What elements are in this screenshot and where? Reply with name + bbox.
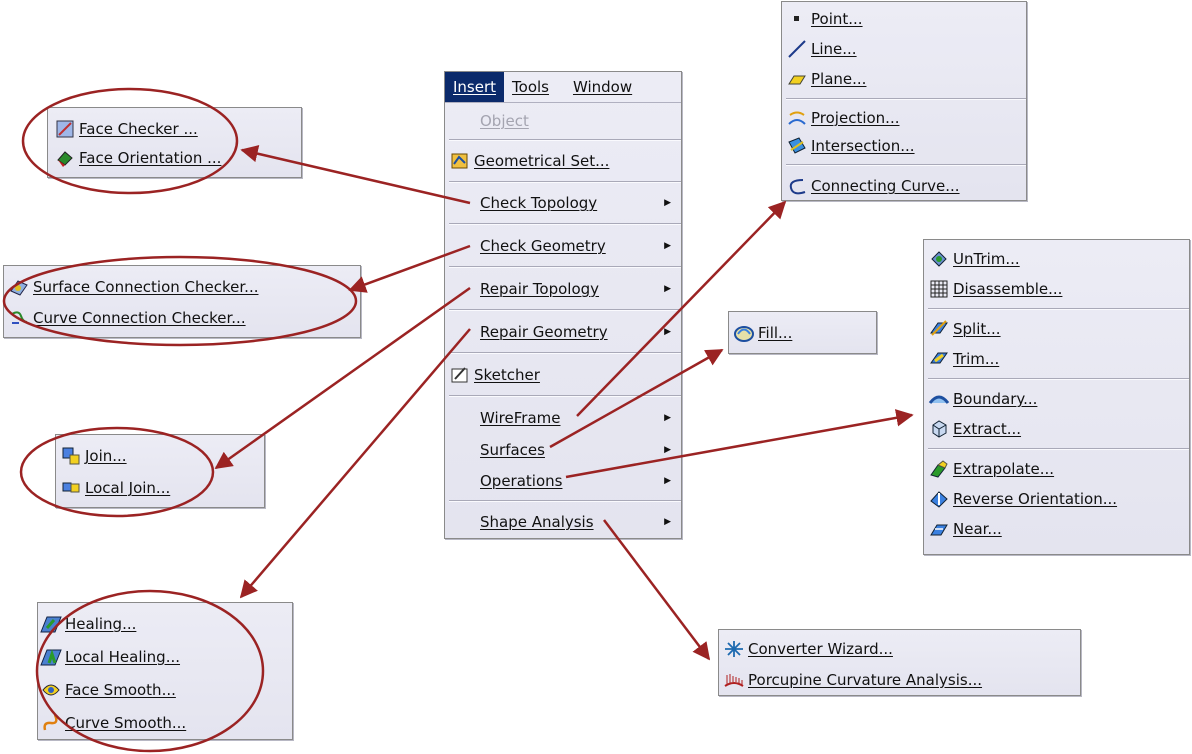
reverse-orientation-icon [928, 488, 950, 510]
intersection-item[interactable]: Intersection... [786, 132, 1026, 160]
converter-wizard-icon [723, 638, 745, 660]
submenu-arrow-icon: ▶ [664, 326, 671, 337]
menu-bar: Insert Tools Window [445, 72, 681, 103]
point-icon [786, 8, 808, 30]
trim-icon [928, 348, 950, 370]
menu-item-repair-topology[interactable]: Repair Topology ▶ [449, 268, 681, 309]
extract-icon [928, 418, 950, 440]
point-item[interactable]: Point... [786, 4, 1026, 34]
submenu-arrow-icon: ▶ [664, 283, 671, 294]
line-item[interactable]: Line... [786, 34, 1026, 64]
near-item[interactable]: Near... [928, 514, 1189, 544]
line-icon [786, 38, 808, 60]
trim-item[interactable]: Trim... [928, 344, 1189, 374]
arrow [239, 328, 471, 599]
curve-smooth-item[interactable]: Curve Smooth... [40, 706, 292, 739]
split-item[interactable]: Split... [928, 314, 1189, 344]
repair-geometry-submenu: Healing... Local Healing... Face Smooth.… [37, 602, 293, 740]
submenu-arrow-icon: ▶ [664, 412, 671, 423]
menu-item-object: Object [480, 112, 529, 130]
face-orientation-icon [54, 147, 76, 169]
submenu-arrow-icon: ▶ [664, 444, 671, 455]
surface-connection-checker-item[interactable]: Surface Connection Checker... [8, 271, 360, 302]
face-smooth-icon [40, 679, 62, 701]
sketcher-icon [449, 364, 471, 386]
boundary-icon [928, 388, 950, 410]
menu-window[interactable]: Window [565, 72, 640, 102]
menu-item-sketcher[interactable]: Sketcher [449, 354, 681, 395]
connecting-curve-icon [786, 175, 808, 197]
submenu-arrow-icon: ▶ [664, 475, 671, 486]
wireframe-submenu: Point... Line... Plane... Projection... … [781, 1, 1027, 201]
fill-icon [733, 322, 755, 344]
split-icon [928, 318, 950, 340]
plane-item[interactable]: Plane... [786, 64, 1026, 94]
menu-insert[interactable]: Insert [445, 72, 505, 102]
projection-item[interactable]: Projection... [786, 104, 1026, 132]
curve-smooth-icon [40, 712, 62, 734]
menu-item-check-topology[interactable]: Check Topology ▶ [449, 183, 681, 223]
healing-item[interactable]: Healing... [40, 607, 292, 640]
porcupine-curvature-item[interactable]: Porcupine Curvature Analysis... [723, 664, 1080, 695]
face-checker-item[interactable]: Face Checker ... [54, 114, 301, 143]
intersection-icon [786, 135, 808, 157]
plane-icon [786, 68, 808, 90]
submenu-arrow-icon: ▶ [664, 198, 671, 208]
menu-item-geometrical-set[interactable]: Geometrical Set... [449, 141, 681, 181]
submenu-arrow-icon: ▶ [664, 517, 671, 527]
menu-item-repair-geometry[interactable]: Repair Geometry ▶ [449, 311, 681, 352]
main-menu: Insert Tools Window Object Geometrical S… [444, 71, 682, 539]
fill-item[interactable]: Fill... [733, 317, 876, 348]
connecting-curve-item[interactable]: Connecting Curve... [786, 170, 1026, 202]
surface-connection-checker-icon [8, 276, 30, 298]
submenu-arrow-icon: ▶ [664, 240, 671, 251]
disassemble-icon [928, 278, 950, 300]
face-smooth-item[interactable]: Face Smooth... [40, 673, 292, 706]
geometrical-set-icon [449, 150, 471, 172]
projection-icon [786, 107, 808, 129]
surfaces-submenu: Fill... [728, 311, 877, 354]
disassemble-item[interactable]: Disassemble... [928, 274, 1189, 304]
check-geometry-submenu: Surface Connection Checker... Curve Conn… [3, 265, 361, 338]
porcupine-curvature-icon [723, 669, 745, 691]
repair-topology-submenu: Join... Local Join... [55, 434, 265, 508]
local-healing-item[interactable]: Local Healing... [40, 640, 292, 673]
reverse-orientation-item[interactable]: Reverse Orientation... [928, 484, 1189, 514]
menu-item-operations[interactable]: Operations ▶ [449, 465, 681, 496]
converter-wizard-item[interactable]: Converter Wizard... [723, 633, 1080, 664]
shape-analysis-submenu: Converter Wizard... Porcupine Curvature … [718, 629, 1081, 696]
join-item[interactable]: Join... [60, 440, 264, 472]
menu-tools[interactable]: Tools [504, 72, 557, 102]
operations-submenu: UnTrim... Disassemble... Split... Trim..… [923, 239, 1190, 555]
untrim-item[interactable]: UnTrim... [928, 244, 1189, 274]
menu-item-shape-analysis[interactable]: Shape Analysis ▶ [449, 502, 681, 542]
untrim-icon [928, 248, 950, 270]
local-join-icon [60, 477, 82, 499]
curve-connection-checker-item[interactable]: Curve Connection Checker... [8, 302, 360, 333]
face-orientation-item[interactable]: Face Orientation ... [54, 143, 301, 172]
healing-icon [40, 613, 62, 635]
join-icon [60, 445, 82, 467]
extract-item[interactable]: Extract... [928, 414, 1189, 444]
near-icon [928, 518, 950, 540]
menu-item-wireframe[interactable]: WireFrame ▶ [449, 401, 681, 434]
local-join-item[interactable]: Local Join... [60, 472, 264, 504]
curve-connection-checker-icon [8, 307, 30, 329]
local-healing-icon [40, 646, 62, 668]
boundary-item[interactable]: Boundary... [928, 384, 1189, 414]
extrapolate-icon [928, 458, 950, 480]
menu-item-surfaces[interactable]: Surfaces ▶ [449, 434, 681, 465]
face-checker-icon [54, 118, 76, 140]
extrapolate-item[interactable]: Extrapolate... [928, 454, 1189, 484]
menu-item-check-geometry[interactable]: Check Geometry ▶ [449, 225, 681, 266]
check-topology-submenu: Face Checker ... Face Orientation ... [47, 107, 302, 178]
